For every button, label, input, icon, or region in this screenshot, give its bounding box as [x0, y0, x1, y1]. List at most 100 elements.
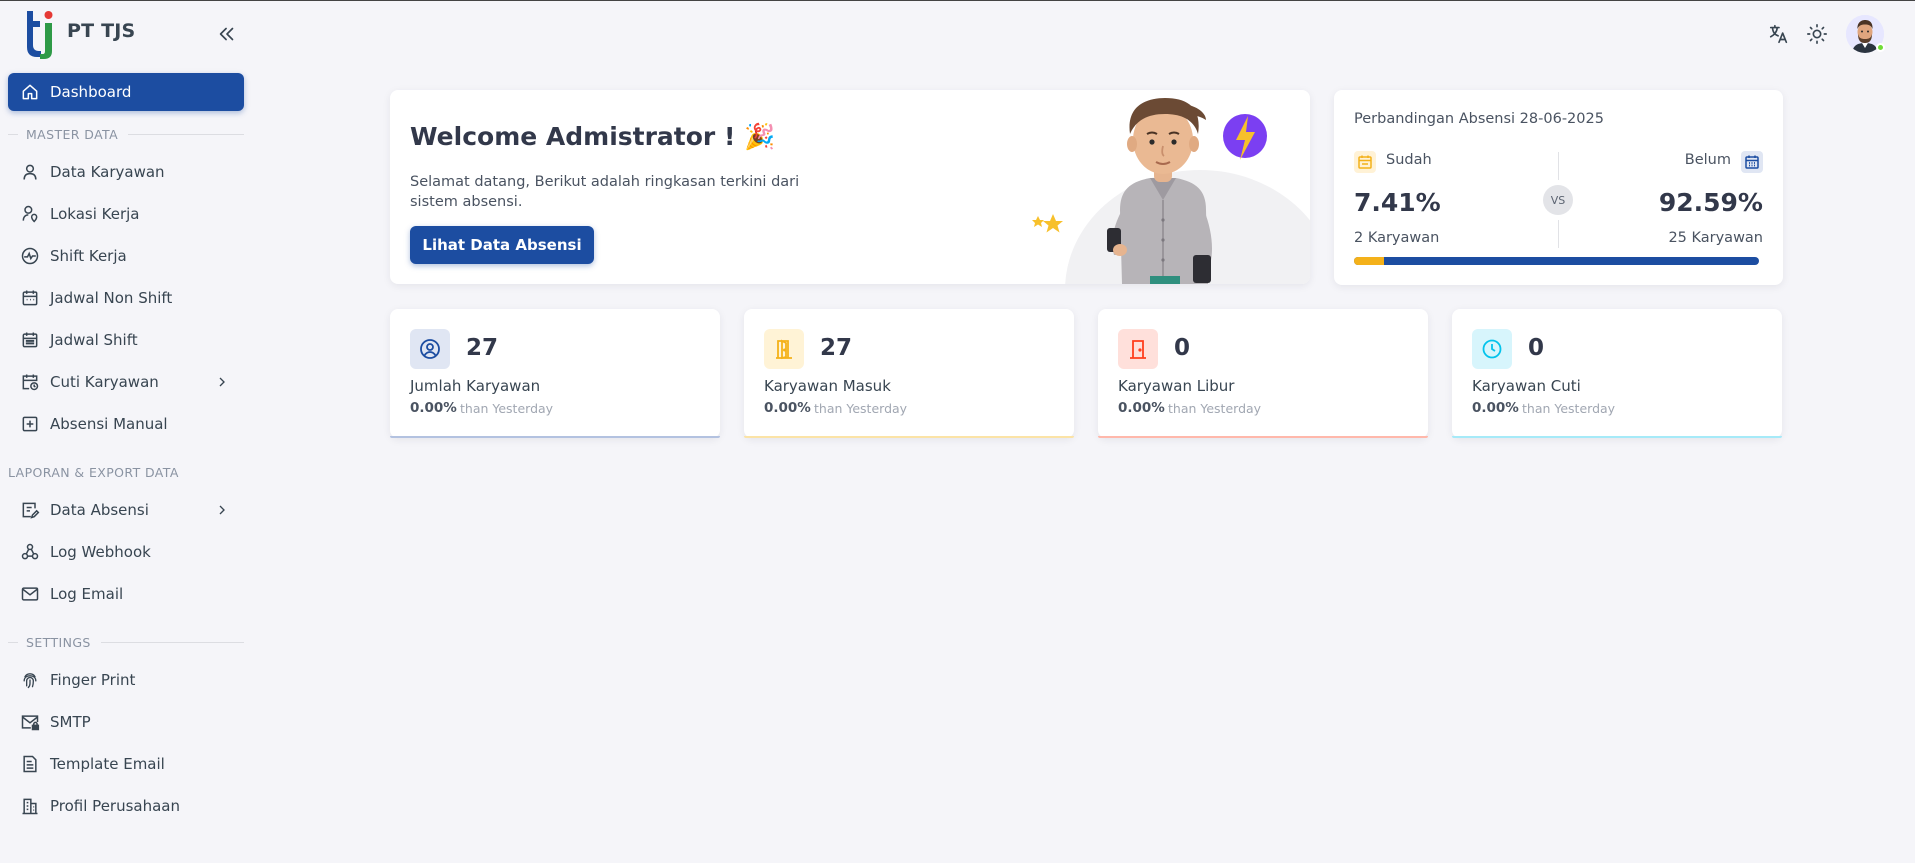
stat-label: Karyawan Masuk: [764, 377, 891, 395]
stat-delta: 0.00%: [764, 400, 811, 416]
sidebar-item-label: SMTP: [50, 713, 91, 731]
sidebar-item-smtp[interactable]: SMTP: [8, 703, 244, 741]
sidebar-item-profil-perusahaan[interactable]: Profil Perusahaan: [8, 787, 244, 825]
section-header-laporan: LAPORAN & EXPORT DATA: [8, 461, 244, 483]
attendance-comparison-card: Perbandingan Absensi 28-06-2025 Sudah 7.…: [1334, 90, 1783, 285]
user-pin-icon: [22, 205, 38, 223]
user-avatar[interactable]: [1846, 15, 1885, 53]
door-closed-icon: [1118, 329, 1158, 369]
sidebar-item-label: Profil Perusahaan: [50, 797, 180, 815]
attendance-progress-bar: [1354, 257, 1759, 265]
square-plus-icon: [22, 416, 38, 432]
calendar-list-icon: [22, 332, 38, 348]
done-label: Sudah: [1386, 152, 1432, 168]
sidebar-item-label: Jadwal Shift: [50, 331, 138, 349]
stat-delta: 0.00%: [1118, 400, 1165, 416]
stat-value: 27: [466, 335, 499, 361]
sidebar-item-cuti-karyawan[interactable]: Cuti Karyawan: [8, 363, 244, 401]
sidebar-item-shift-kerja[interactable]: Shift Kerja: [8, 237, 244, 275]
template-icon: [23, 755, 37, 773]
stat-accent-line: [390, 436, 720, 438]
calendar-grid-icon: [1741, 151, 1763, 173]
sidebar-item-label: Shift Kerja: [50, 247, 127, 265]
pending-label: Belum: [1684, 152, 1731, 168]
view-attendance-button[interactable]: Lihat Data Absensi: [410, 226, 594, 264]
chevron-right-icon: [219, 377, 225, 387]
sidebar-item-jadwal-shift[interactable]: Jadwal Shift: [8, 321, 244, 359]
calendar-clock-icon: [22, 374, 39, 391]
welcome-title: Welcome Admistrator ! 🎉: [410, 122, 776, 151]
section-header-label: SETTINGS: [26, 634, 91, 650]
brand-logo-icon: [27, 11, 53, 59]
fingerprint-icon: [23, 673, 37, 689]
sidebar-item-data-karyawan[interactable]: Data Karyawan: [8, 153, 244, 191]
online-status-dot: [1876, 43, 1885, 52]
stat-accent-line: [744, 436, 1074, 438]
sidebar-item-label: Data Karyawan: [50, 163, 165, 181]
user-icon: [23, 164, 37, 180]
sidebar-item-label: Lokasi Kerja: [50, 205, 140, 223]
mail-lock-icon: [21, 715, 40, 731]
translate-icon[interactable]: [1768, 23, 1790, 45]
building-icon: [22, 798, 38, 815]
welcome-subtitle: Selamat datang, Berikut adalah ringkasan…: [410, 174, 800, 210]
pending-percent: 92.59%: [1658, 188, 1763, 217]
stat-card-jumlah-karyawan: 27 Jumlah Karyawan 0.00% than Yesterday: [390, 309, 720, 438]
stat-card-karyawan-libur: 0 Karyawan Libur 0.00% than Yesterday: [1098, 309, 1428, 438]
clock-icon: [1472, 329, 1512, 369]
sidebar-item-label: Dashboard: [50, 83, 132, 101]
character-illustration-icon: [1032, 98, 1310, 284]
chevron-right-icon: [219, 505, 225, 515]
sidebar-item-label: Log Email: [50, 585, 124, 603]
calendar-check-icon: [1354, 151, 1376, 173]
stat-accent-line: [1098, 436, 1428, 438]
done-count: 2 Karyawan: [1354, 230, 1440, 246]
stat-accent-line: [1452, 436, 1782, 438]
sidebar-item-log-email[interactable]: Log Email: [8, 575, 244, 613]
welcome-card: Welcome Admistrator ! 🎉 Selamat datang, …: [390, 90, 1310, 284]
sidebar-item-label: Data Absensi: [50, 501, 149, 519]
sidebar-item-label: Jadwal Non Shift: [50, 289, 173, 307]
mail-icon: [21, 587, 39, 601]
activity-icon: [21, 247, 39, 265]
sidebar-item-label: Cuti Karyawan: [50, 373, 159, 391]
comparison-title: Perbandingan Absensi 28-06-2025: [1354, 111, 1604, 127]
sidebar-item-template-email[interactable]: Template Email: [8, 745, 244, 783]
stat-label: Jumlah Karyawan: [410, 377, 541, 395]
edit-list-icon: [22, 502, 40, 519]
brand[interactable]: PT TJS: [18, 7, 135, 59]
stat-delta: 0.00%: [1472, 400, 1519, 416]
sidebar-item-lokasi-kerja[interactable]: Lokasi Kerja: [8, 195, 244, 233]
stat-label: Karyawan Cuti: [1472, 377, 1581, 395]
attendance-progress-fill: [1354, 257, 1384, 265]
section-header-label: MASTER DATA: [26, 126, 119, 142]
stat-hint: than Yesterday: [1522, 401, 1616, 416]
door-enter-icon: [764, 329, 804, 369]
sidebar-item-finger-print[interactable]: Finger Print: [8, 661, 244, 699]
vs-badge: VS: [1543, 185, 1573, 215]
stat-value: 27: [820, 335, 853, 361]
sidebar-item-label: Log Webhook: [50, 543, 151, 561]
sidebar-item-data-absensi[interactable]: Data Absensi: [8, 491, 244, 529]
sidebar-item-label: Template Email: [50, 755, 165, 773]
calendar-icon: [22, 290, 38, 306]
sun-icon[interactable]: [1806, 23, 1828, 45]
stat-label: Karyawan Libur: [1118, 377, 1235, 395]
stat-card-karyawan-masuk: 27 Karyawan Masuk 0.00% than Yesterday: [744, 309, 1074, 438]
collapse-sidebar-icon[interactable]: [216, 23, 238, 45]
sidebar-menu: Dashboard MASTER DATA Data Karyawan Loka…: [8, 73, 244, 829]
stat-value: 0: [1528, 335, 1545, 361]
sidebar-item-jadwal-non-shift[interactable]: Jadwal Non Shift: [8, 279, 244, 317]
sidebar: PT TJS Dashboard MASTER DATA Data Karyaw…: [0, 1, 250, 863]
home-icon: [22, 84, 38, 100]
section-header-settings: SETTINGS: [8, 631, 244, 653]
stat-delta: 0.00%: [410, 400, 457, 416]
sidebar-item-dashboard[interactable]: Dashboard: [8, 73, 244, 111]
stat-hint: than Yesterday: [814, 401, 908, 416]
sidebar-item-absensi-manual[interactable]: Absensi Manual: [8, 405, 244, 443]
sidebar-item-log-webhook[interactable]: Log Webhook: [8, 533, 244, 571]
brand-name: PT TJS: [67, 20, 136, 42]
pending-count: 25 Karyawan: [1668, 230, 1763, 246]
webhook-icon: [21, 543, 39, 560]
section-header-master-data: MASTER DATA: [8, 123, 244, 145]
